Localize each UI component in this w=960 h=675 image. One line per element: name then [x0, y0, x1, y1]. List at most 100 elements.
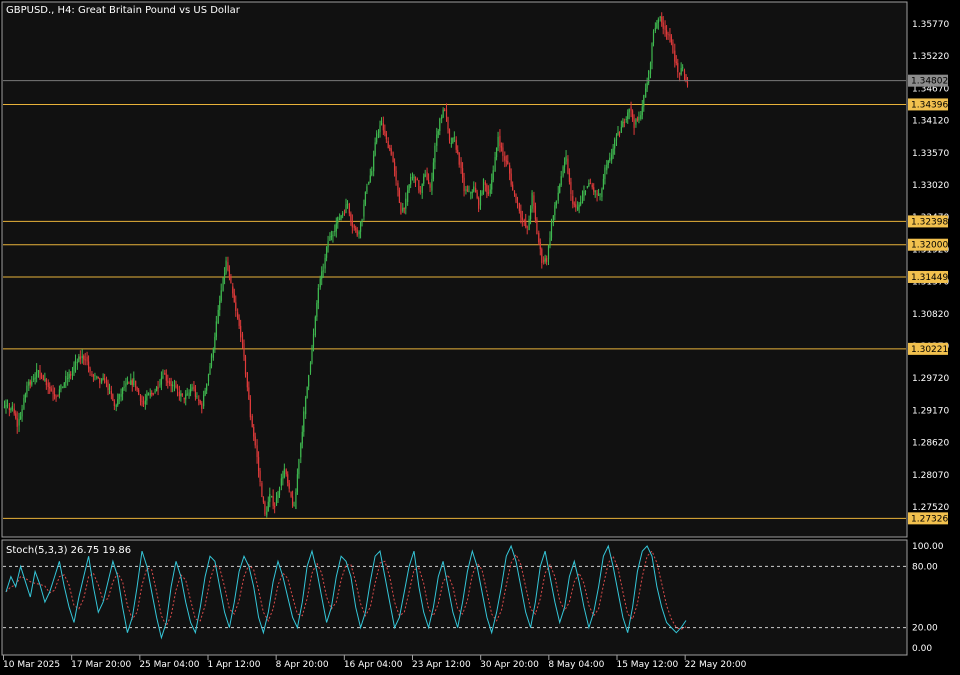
candle-body	[445, 108, 448, 118]
candle-body	[126, 382, 129, 384]
price-axis-label: 1.35770	[912, 20, 949, 30]
price-axis-label: 1.27520	[912, 503, 949, 513]
candle-body	[436, 134, 438, 146]
candle-body	[450, 142, 452, 144]
candle-body	[335, 223, 337, 232]
candle-body	[531, 192, 533, 209]
candle-body	[295, 491, 297, 509]
candle-body	[586, 186, 588, 188]
candle-body	[509, 165, 511, 174]
candle-body	[271, 496, 273, 498]
candle-body	[193, 386, 195, 390]
candle-body	[442, 109, 444, 118]
candle-body	[84, 359, 86, 361]
candle-body	[135, 380, 137, 388]
price-axis-label: 1.28070	[912, 471, 949, 481]
candle-body	[510, 173, 512, 185]
candle-body	[149, 392, 151, 396]
candle-body	[623, 121, 625, 124]
candle-body	[225, 260, 227, 274]
price-axis-label: 1.29720	[912, 374, 949, 384]
candle-body	[499, 135, 501, 147]
price-plot-area[interactable]	[1, 1, 908, 538]
candle-body	[278, 488, 281, 496]
candle-body	[351, 221, 353, 228]
candle-body	[523, 220, 525, 222]
candle-body	[92, 375, 95, 377]
candle-body	[228, 270, 231, 277]
candle-body	[15, 413, 17, 419]
candle-body	[494, 157, 496, 172]
candle-body	[277, 495, 279, 498]
candle-body	[28, 381, 30, 386]
candle-body	[361, 219, 363, 222]
candle-body	[330, 236, 333, 238]
candle-body	[262, 496, 265, 503]
candle-body	[196, 396, 198, 398]
candle-body	[636, 119, 639, 121]
candle-body	[581, 196, 584, 204]
candle-body	[74, 360, 77, 366]
candle-body	[39, 370, 41, 374]
candle-body	[141, 401, 143, 403]
candle-body	[418, 180, 420, 191]
candle-body	[105, 380, 108, 382]
candle-body	[397, 183, 399, 191]
candle-body	[528, 219, 530, 230]
candle-body	[325, 247, 328, 258]
time-axis-label: 1 Apr 12:00	[207, 660, 260, 670]
candle-body	[560, 176, 562, 185]
time-axis-label: 16 Apr 04:00	[344, 660, 403, 670]
candle-body	[557, 192, 559, 201]
price-level-badge-text: 1.32000	[911, 241, 948, 251]
candle-body	[209, 366, 211, 375]
candle-body	[253, 427, 255, 437]
candle-body	[482, 178, 485, 194]
candle-body	[57, 394, 59, 396]
candle-body	[45, 379, 47, 386]
candle-body	[6, 404, 9, 406]
candle-body	[471, 191, 473, 193]
candle-body	[424, 174, 426, 177]
candle-body	[596, 193, 598, 195]
candle-body	[559, 184, 561, 193]
candle-body	[679, 73, 681, 75]
candle-body	[83, 356, 85, 360]
candle-body	[303, 411, 305, 432]
candle-body	[5, 405, 7, 407]
candle-body	[382, 123, 384, 131]
candle-body	[421, 183, 423, 194]
candle-body	[584, 191, 587, 193]
candle-body	[287, 474, 289, 484]
indicator-plot-area[interactable]	[1, 539, 908, 656]
candle-body	[220, 290, 222, 301]
candle-body	[26, 385, 28, 394]
candle-body	[473, 186, 475, 192]
candle-body	[444, 109, 446, 111]
candle-body	[131, 380, 133, 386]
candle-body	[521, 217, 523, 220]
candle-body	[261, 483, 263, 497]
candle-body	[78, 356, 80, 362]
candle-body	[251, 415, 253, 428]
candle-body	[23, 397, 25, 409]
candle-body	[544, 258, 546, 262]
trading-chart[interactable]: 1.357701.352201.346701.341201.335701.330…	[0, 0, 960, 675]
candle-body	[675, 61, 677, 64]
candle-body	[272, 496, 274, 506]
candle-body	[371, 171, 373, 176]
candle-body	[414, 176, 417, 183]
time-axis-label: 8 May 04:00	[548, 660, 604, 670]
candle-body	[256, 445, 258, 458]
candle-body	[680, 68, 682, 75]
candle-body	[622, 121, 624, 128]
candle-body	[248, 387, 250, 400]
candle-body	[125, 383, 127, 387]
candle-body	[94, 375, 96, 377]
candle-body	[591, 184, 593, 188]
candle-body	[275, 497, 278, 506]
candle-body	[175, 385, 177, 387]
candle-body	[615, 134, 618, 141]
candle-body	[468, 190, 470, 192]
candle-body	[664, 25, 666, 31]
